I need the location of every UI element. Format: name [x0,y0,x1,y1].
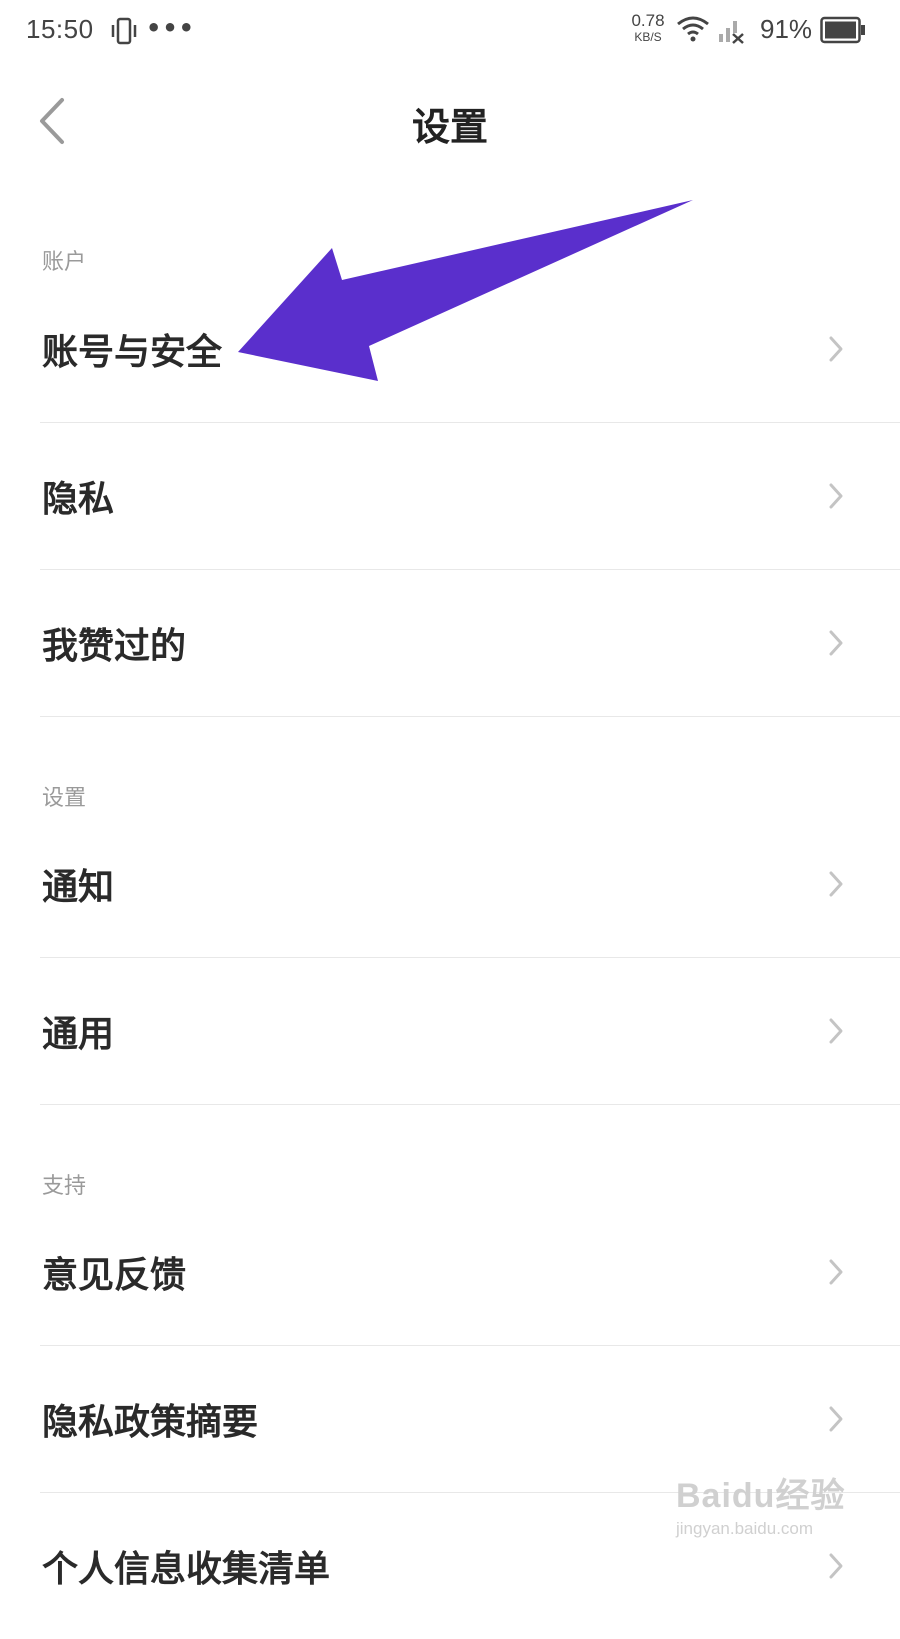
battery-icon [820,16,866,48]
vibrate-icon [110,16,138,50]
settings-item-label: 个人信息收集清单 [42,1547,331,1590]
status-bar: 15:50 ••• 0.78 KB/S 91% [0,0,900,62]
settings-item-notifications[interactable]: 通知 [40,810,900,958]
net-speed-unit: KB/S [634,30,662,44]
section-header-settings: 设置 [42,786,87,811]
chevron-right-icon [829,336,843,361]
chevron-right-icon [829,630,843,655]
chevron-right-icon [829,871,843,896]
nav-bar: 设置 [0,70,900,170]
page-title: 设置 [411,104,488,149]
settings-item-label: 通知 [42,865,115,908]
signal-off-icon [718,16,746,48]
settings-item-account-security[interactable]: 账号与安全 [40,275,900,423]
chevron-right-icon [829,483,843,508]
chevron-right-icon [829,1406,843,1431]
settings-item-privacy[interactable]: 隐私 [40,422,900,570]
net-speed-value: 0.78 [631,11,665,30]
section-header-support: 支持 [42,1174,87,1199]
watermark-site: jingyan.baidu.com [676,1519,814,1538]
chevron-right-icon [829,1018,843,1043]
settings-item-label: 通用 [42,1012,115,1055]
settings-item-label: 隐私政策摘要 [42,1400,259,1443]
settings-item-label: 账号与安全 [42,330,223,373]
watermark-brand: Baidu经验 [676,1477,846,1515]
settings-item-liked[interactable]: 我赞过的 [40,569,900,717]
net-speed: 0.78 KB/S [626,12,670,43]
status-time: 15:50 [26,14,94,44]
wifi-icon [676,14,710,48]
settings-item-label: 我赞过的 [42,624,187,667]
chevron-right-icon [829,1259,843,1284]
settings-item-label: 意见反馈 [42,1253,187,1296]
section-header-account: 账户 [42,250,87,275]
settings-item-label: 隐私 [42,477,115,520]
battery-percent: 91% [760,14,813,44]
settings-item-general[interactable]: 通用 [40,957,900,1105]
settings-item-feedback[interactable]: 意见反馈 [40,1198,900,1346]
more-dots-icon: ••• [146,14,196,42]
baidu-watermark: Baidu经验 jingyan.baidu.com [676,1468,846,1558]
